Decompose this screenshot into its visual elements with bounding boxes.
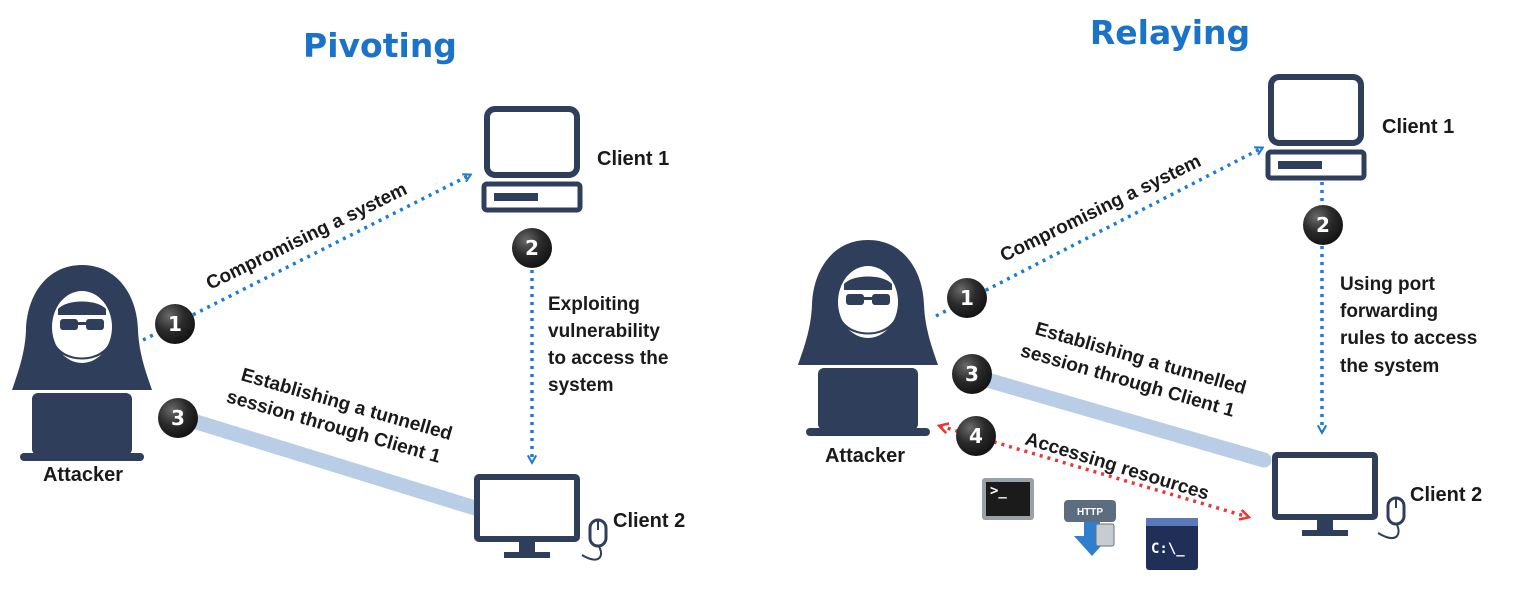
terminal-icon: >_	[982, 478, 1034, 520]
relaying-attacker-icon	[798, 240, 938, 436]
svg-text:vulnerability: vulnerability	[548, 321, 660, 342]
pivoting-step2-text: Exploiting vulnerability to access the s…	[548, 294, 668, 396]
svg-text:to access the: to access the	[548, 348, 668, 369]
svg-text:1: 1	[168, 312, 182, 336]
pivoting-attacker-label: Attacker	[43, 464, 123, 486]
relaying-attacker-label: Attacker	[825, 445, 905, 467]
pivoting-client1-label: Client 1	[597, 148, 669, 170]
svg-text:system: system	[548, 375, 614, 396]
relaying-step1-badge: 1	[947, 278, 987, 318]
relaying-step1-text: Compromising a system	[997, 151, 1205, 267]
svg-text:rules to access: rules to access	[1340, 328, 1477, 349]
svg-text:forwarding: forwarding	[1340, 301, 1438, 322]
pivoting-attacker-icon	[12, 265, 152, 461]
svg-text:Using port: Using port	[1340, 274, 1436, 295]
pivoting-panel: Pivoting Attacker Client 1 Client 2 1 2	[12, 26, 685, 560]
relaying-step4-badge: 4	[956, 416, 996, 456]
relaying-step2-badge: 2	[1303, 205, 1343, 245]
relaying-client1-icon	[1268, 77, 1364, 178]
relaying-client2-label: Client 2	[1410, 484, 1482, 506]
svg-text:C:\_: C:\_	[1151, 541, 1185, 557]
relaying-mouse-icon	[1377, 496, 1406, 539]
pivoting-title: Pivoting	[303, 26, 457, 65]
relaying-step2-text: Using port forwarding rules to access th…	[1340, 274, 1477, 377]
relaying-client2-icon	[1275, 455, 1375, 536]
command-prompt-icon: C:\_	[1146, 518, 1198, 570]
pivoting-step2-badge: 2	[512, 228, 552, 268]
relaying-title: Relaying	[1090, 13, 1250, 52]
relaying-panel: Relaying Attacker Client 1 Client 2 1 2 …	[798, 13, 1482, 570]
relaying-client1-label: Client 1	[1382, 116, 1454, 138]
svg-text:1: 1	[960, 286, 974, 310]
svg-text:the system: the system	[1340, 356, 1439, 377]
svg-text:2: 2	[525, 236, 539, 260]
pivoting-client2-icon	[477, 477, 577, 558]
svg-text:Exploiting: Exploiting	[548, 294, 640, 315]
pivoting-client2-label: Client 2	[613, 510, 685, 532]
http-download-icon: HTTP	[1064, 500, 1116, 556]
svg-text:HTTP: HTTP	[1077, 507, 1103, 518]
pivoting-step1-badge: 1	[155, 304, 195, 344]
svg-text:3: 3	[965, 362, 979, 386]
svg-text:2: 2	[1316, 213, 1330, 237]
pivoting-step3-badge: 3	[158, 398, 198, 438]
pivoting-step3-text: Establishing a tunnelled session through…	[224, 365, 454, 468]
diagram-canvas: Pivoting Attacker Client 1 Client 2 1 2	[0, 0, 1514, 609]
pivoting-mouse-icon	[581, 518, 608, 561]
relaying-step3-badge: 3	[952, 354, 992, 394]
pivoting-step1-text: Compromising a system	[203, 179, 411, 295]
svg-text:3: 3	[171, 406, 185, 430]
svg-text:>_: >_	[990, 483, 1007, 499]
relaying-step3-text: Establishing a tunnelled session through…	[1018, 319, 1248, 422]
pivoting-relaying-diagram: Pivoting Attacker Client 1 Client 2 1 2	[12, 13, 1482, 570]
pivoting-client1-icon	[484, 109, 580, 210]
svg-text:4: 4	[969, 424, 983, 448]
